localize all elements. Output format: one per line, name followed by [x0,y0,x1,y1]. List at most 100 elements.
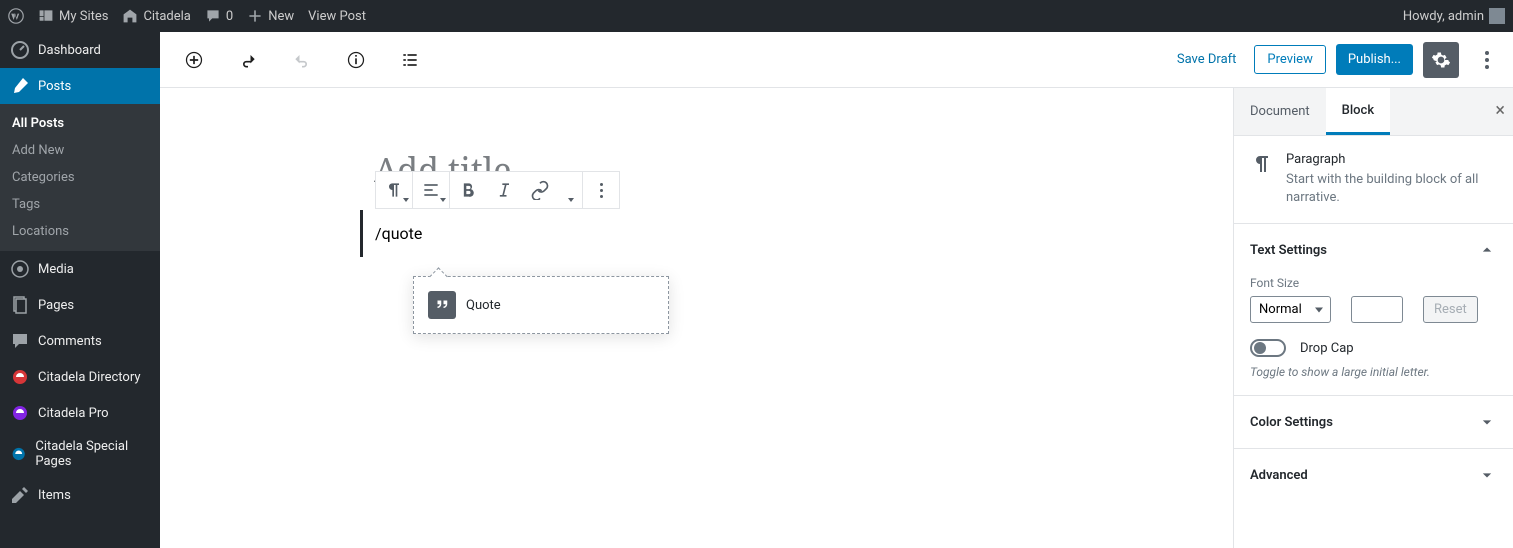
font-size-label: Font Size [1250,276,1497,290]
my-sites-label: My Sites [59,9,108,24]
editor-canvas[interactable]: Add title [160,88,1233,548]
citadela-directory-label: Citadela Directory [38,370,141,385]
posts-submenu: All Posts Add New Categories Tags Locati… [0,104,160,251]
comments-link[interactable]: 0 [205,8,233,24]
bold-icon [458,180,478,200]
paragraph-icon [384,180,404,200]
account-link[interactable]: Howdy, admin [1403,8,1505,24]
my-sites-link[interactable]: My Sites [38,8,108,24]
paragraph-icon [1250,152,1274,176]
align-left-icon [421,180,441,200]
outline-button[interactable] [392,42,428,78]
block-more-button[interactable] [583,172,619,208]
site-name: Citadela [143,9,190,24]
color-settings-toggle[interactable]: Color Settings [1250,412,1497,432]
font-size-number-input[interactable] [1351,296,1403,323]
drop-cap-hint: Toggle to show a large initial letter. [1250,365,1497,379]
undo-button[interactable] [230,42,266,78]
admin-sidebar: Dashboard Posts All Posts Add New Catego… [0,32,160,548]
autocomplete-label: Quote [466,298,501,313]
comments-count: 0 [226,9,233,24]
sidebar-item-media[interactable]: Media [0,251,160,287]
sidebar-item-citadela-pro[interactable]: Citadela Pro [0,395,160,431]
color-settings-section: Color Settings [1234,396,1513,449]
italic-icon [494,180,514,200]
align-button[interactable] [413,172,449,208]
editor: Save Draft Preview Publish... Add title [160,32,1513,548]
block-text-input[interactable] [375,224,968,243]
tab-document[interactable]: Document [1234,88,1326,135]
italic-button[interactable] [486,172,522,208]
text-settings-section: Text Settings Font Size Normal Reset Dro… [1234,224,1513,396]
howdy-text: Howdy, admin [1403,9,1484,24]
block-toolbar [375,171,620,209]
chevron-down-icon [1477,465,1497,485]
paragraph-block[interactable]: Quote [360,210,980,257]
pages-label: Pages [38,298,74,313]
posts-label: Posts [38,79,71,94]
sidebar-item-dashboard[interactable]: Dashboard [0,32,160,68]
reset-font-size-button[interactable]: Reset [1423,296,1478,323]
preview-button[interactable]: Preview [1254,45,1325,74]
tab-block[interactable]: Block [1326,88,1390,135]
avatar [1489,8,1505,24]
quote-icon [428,291,456,319]
save-draft-button[interactable]: Save Draft [1169,46,1245,73]
sub-item-locations[interactable]: Locations [0,218,160,245]
add-block-button[interactable] [176,42,212,78]
wp-logo[interactable] [8,8,24,24]
sub-item-categories[interactable]: Categories [0,164,160,191]
text-settings-toggle[interactable]: Text Settings [1250,240,1497,260]
advanced-label: Advanced [1250,468,1308,483]
chevron-up-icon [1477,240,1497,260]
more-format-button[interactable] [558,172,582,208]
sub-item-add-new[interactable]: Add New [0,137,160,164]
view-post-label: View Post [308,9,366,24]
block-type-button[interactable] [376,172,412,208]
sidebar-item-citadela-directory[interactable]: Citadela Directory [0,359,160,395]
sidebar-item-comments[interactable]: Comments [0,323,160,359]
site-link[interactable]: Citadela [122,8,190,24]
media-label: Media [38,262,74,277]
sub-item-tags[interactable]: Tags [0,191,160,218]
redo-button[interactable] [284,42,320,78]
block-type-title: Paragraph [1286,152,1497,167]
settings-tabs: Document Block × [1234,88,1513,136]
autocomplete-popover: Quote [413,276,669,334]
sidebar-item-items[interactable]: Items [0,477,160,513]
close-settings-button[interactable]: × [1495,100,1505,121]
bold-button[interactable] [450,172,486,208]
gear-icon [1431,50,1451,70]
view-post-link[interactable]: View Post [308,9,366,24]
settings-panel: Document Block × Paragraph Start with th… [1233,88,1513,548]
admin-bar: My Sites Citadela 0 New View Post Howdy,… [0,0,1513,32]
publish-button[interactable]: Publish... [1336,44,1413,75]
advanced-toggle[interactable]: Advanced [1250,465,1497,485]
autocomplete-item-quote[interactable]: Quote [422,285,660,325]
color-settings-label: Color Settings [1250,415,1333,430]
text-settings-label: Text Settings [1250,243,1327,258]
info-button[interactable] [338,42,374,78]
chevron-down-icon [1477,412,1497,432]
editor-topbar: Save Draft Preview Publish... [160,32,1513,88]
drop-cap-label: Drop Cap [1300,341,1354,356]
sidebar-item-pages[interactable]: Pages [0,287,160,323]
block-description-section: Paragraph Start with the building block … [1234,136,1513,224]
sidebar-item-citadela-special[interactable]: Citadela Special Pages [0,431,160,477]
sub-item-all-posts[interactable]: All Posts [0,110,160,137]
font-size-select[interactable]: Normal [1250,296,1331,323]
sidebar-item-posts[interactable]: Posts [0,68,160,104]
advanced-section: Advanced [1234,449,1513,501]
new-label: New [268,9,294,24]
comments-label: Comments [38,334,102,349]
more-menu-button[interactable] [1469,42,1505,78]
dashboard-label: Dashboard [38,43,101,58]
new-link[interactable]: New [247,8,294,24]
citadela-pro-label: Citadela Pro [38,406,109,421]
settings-toggle-button[interactable] [1423,42,1459,78]
items-label: Items [38,488,71,503]
link-button[interactable] [522,172,558,208]
link-icon [530,180,550,200]
block-type-desc: Start with the building block of all nar… [1286,171,1497,207]
drop-cap-toggle[interactable] [1250,339,1286,357]
